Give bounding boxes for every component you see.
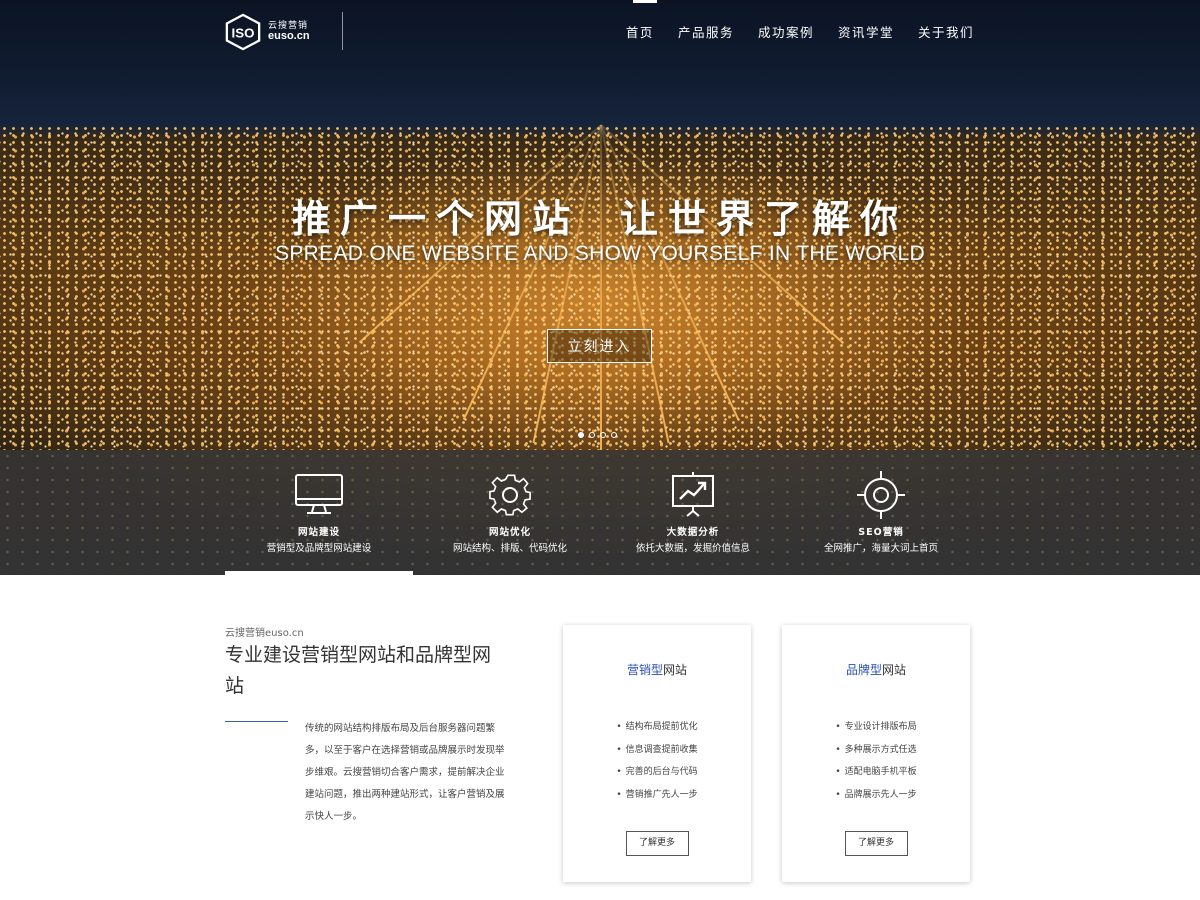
learn-more-button[interactable]: 了解更多 [844,831,908,856]
slider-dot[interactable] [600,432,606,438]
intro-divider [225,721,288,722]
hero-title: 推广一个网站 让世界了解你 [291,197,909,241]
list-item: 结构布局提前优化 [563,716,751,739]
list-item: 多种展示方式任选 [782,739,970,762]
slider-dot[interactable] [589,432,595,438]
site-logo[interactable]: ISO 云搜营销 euso.cn [224,12,314,52]
list-item: 品牌展示先人一步 [782,784,970,807]
slider-dots [578,432,617,438]
slider-dot[interactable] [578,432,584,438]
nav-home[interactable]: 首页 [626,22,654,41]
logo-name-en: euso.cn [268,29,310,42]
intro-title: 专业建设营销型网站和品牌型网站 [225,644,492,697]
list-item: 适配电脑手机平板 [782,761,970,784]
card-marketing-site: 营销型网站 结构布局提前优化 信息调查提前收集 完善的后台与代码 营销推广先人一… [563,625,751,882]
intro-kicker: 云搜营销euso.cn [225,628,304,639]
list-item: 信息调查提前收集 [563,739,751,762]
intro-text: 传统的网站结构排版布局及后台服务器问题繁多，以至于客户在选择营销或品牌展示时发现… [305,723,505,822]
card-title: 品牌型网站 [845,663,907,677]
card-brand-site: 品牌型网站 专业设计排版布局 多种展示方式任选 适配电脑手机平板 品牌展示先人一… [782,625,970,882]
nav-cases[interactable]: 成功案例 [758,22,814,41]
nav-news[interactable]: 资讯学堂 [838,22,894,41]
service-seo[interactable]: SEO营销 全网推广，海量大词上首页 [786,470,976,554]
slider-dot[interactable] [611,432,617,438]
feature-list: 专业设计排版布局 多种展示方式任选 适配电脑手机平板 品牌展示先人一步 [782,716,970,806]
learn-more-button[interactable]: 了解更多 [625,831,689,856]
svg-text:ISO: ISO [232,26,255,41]
card-title: 营销型网站 [626,663,688,677]
service-website-build[interactable]: 网站建设 营销型及品牌型网站建设 [224,470,414,554]
logo-hexagon-icon: ISO [225,13,261,51]
service-optimization[interactable]: 网站优化 网站结构、排版、代码优化 [415,470,605,554]
gear-icon [489,474,531,516]
list-item: 完善的后台与代码 [563,761,751,784]
service-active-indicator [225,571,413,575]
hero-subtitle: SPREAD ONE WEBSITE AND SHOW YOURSELF IN … [275,242,925,265]
feature-list: 结构布局提前优化 信息调查提前收集 完善的后台与代码 营销推广先人一步 [563,716,751,806]
header-divider [342,12,343,50]
nav-products[interactable]: 产品服务 [678,22,734,41]
enter-button[interactable]: 立刻进入 [547,329,652,363]
list-item: 营销推广先人一步 [563,784,751,807]
main-nav: 首页 产品服务 成功案例 资讯学堂 关于我们 [626,22,974,41]
list-item: 专业设计排版布局 [782,716,970,739]
presentation-chart-icon [672,472,714,517]
target-icon [857,471,905,519]
nav-about[interactable]: 关于我们 [918,22,974,41]
service-big-data[interactable]: 大数据分析 依托大数据，发掘价值信息 [598,470,788,554]
nav-active-indicator [633,0,657,3]
monitor-icon [295,474,343,514]
